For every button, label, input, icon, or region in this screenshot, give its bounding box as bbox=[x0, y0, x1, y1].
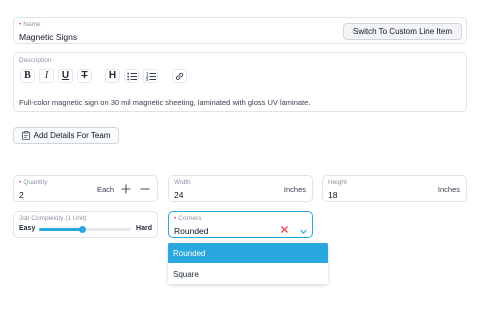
width-value[interactable]: 24 bbox=[174, 190, 183, 200]
job-complexity-field: Job Complexity (1 Unit) Easy Hard bbox=[13, 211, 158, 238]
underline-icon[interactable]: U bbox=[58, 69, 73, 83]
bold-icon[interactable]: B bbox=[20, 69, 35, 83]
job-complexity-label: Job Complexity (1 Unit) bbox=[19, 215, 87, 222]
corners-select[interactable]: • Corners Rounded bbox=[168, 211, 313, 238]
height-value[interactable]: 18 bbox=[328, 190, 337, 200]
heading-icon[interactable]: H bbox=[105, 69, 120, 83]
clipboard-icon bbox=[21, 131, 30, 140]
name-label: Name bbox=[23, 21, 41, 28]
description-text[interactable]: Full-color magnetic sign on 30 mil magne… bbox=[19, 98, 310, 107]
add-details-for-team-button[interactable]: Add Details For Team bbox=[13, 127, 119, 144]
width-unit: Inches bbox=[283, 185, 306, 194]
width-label: Width bbox=[174, 179, 191, 186]
width-field[interactable]: Width 24 Inches bbox=[168, 175, 313, 202]
strikethrough-icon[interactable]: T bbox=[77, 69, 92, 83]
switch-to-custom-line-item-button[interactable]: Switch To Custom Line Item bbox=[343, 23, 462, 40]
height-label: Height bbox=[328, 179, 347, 186]
link-icon[interactable] bbox=[172, 69, 187, 83]
numbered-list-icon[interactable] bbox=[143, 69, 158, 83]
corners-dropdown: Rounded Square bbox=[168, 243, 328, 284]
complexity-slider-thumb[interactable] bbox=[78, 226, 86, 233]
quantity-value[interactable]: 2 bbox=[19, 190, 24, 200]
height-field[interactable]: Height 18 Inches bbox=[322, 175, 467, 202]
chevron-down-icon[interactable] bbox=[299, 222, 308, 234]
name-field[interactable]: • Name Magnetic Signs Switch To Custom Li… bbox=[13, 17, 467, 44]
bullet-list-icon[interactable] bbox=[124, 69, 139, 83]
complexity-slider-track[interactable] bbox=[39, 226, 131, 233]
dropdown-option-rounded[interactable]: Rounded bbox=[168, 243, 328, 263]
clear-icon[interactable] bbox=[280, 221, 289, 233]
quantity-field[interactable]: • Quantity 2 Each bbox=[13, 175, 158, 202]
minus-icon[interactable] bbox=[139, 182, 151, 194]
plus-icon[interactable] bbox=[120, 182, 132, 194]
italic-icon[interactable]: I bbox=[39, 69, 54, 83]
quantity-label: Quantity bbox=[23, 179, 48, 186]
name-value[interactable]: Magnetic Signs bbox=[19, 32, 77, 42]
quantity-unit: Each bbox=[97, 185, 115, 194]
dropdown-option-square[interactable]: Square bbox=[168, 264, 328, 284]
complexity-max-label: Hard bbox=[136, 225, 152, 232]
complexity-min-label: Easy bbox=[19, 225, 36, 232]
description-label: Description bbox=[19, 57, 52, 64]
complexity-slider-fill bbox=[39, 228, 83, 231]
corners-value: Rounded bbox=[174, 226, 209, 236]
height-unit: Inches bbox=[437, 185, 460, 194]
corners-label: Corners bbox=[178, 215, 202, 222]
